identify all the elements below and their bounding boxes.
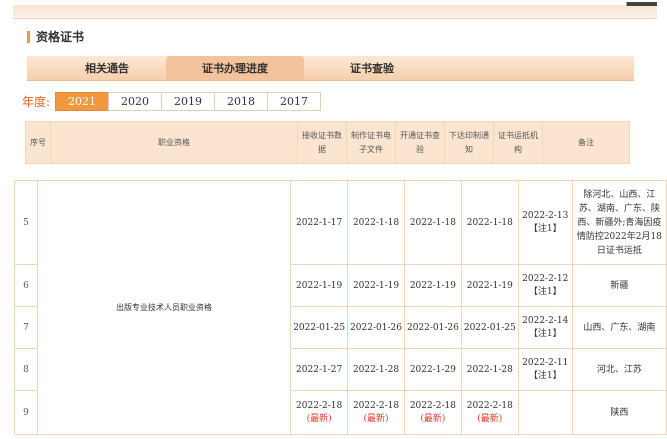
title-accent-bar [27,30,30,43]
shipped-date-value: 2022-2-12 [522,274,569,284]
section-title-text: 资格证书 [36,30,85,44]
remark-cell: 河北、江苏 [571,348,667,391]
table-header: 序号 职业资格 接收证书数据 制作证书电子文件 开通证书查验 下达印制通知 证书… [25,121,630,164]
received-date: 2022-2-18 (最新) [290,390,349,435]
row-seq: 5 [14,180,38,265]
header-received: 接收证书数据 [297,121,347,164]
issued-date: 2022-2-18 (最新) [460,390,519,435]
issued-date: 2022-1-18 [460,180,519,265]
note-link[interactable]: 【注1】 [521,368,570,381]
made-date: 2022-1-19 [347,264,405,307]
tab-bar: 相关通告 证书办理进度 证书查验 [27,56,634,81]
row-seq: 7 [14,306,38,349]
received-date: 2022-1-27 [290,348,349,391]
latest-badge: (最新) [363,414,389,424]
shipped-date: 2022-2-12 【注1】 [517,264,573,307]
latest-badge: (最新) [306,414,332,424]
opened-date: 2022-2-18 (最新) [403,390,462,435]
tab-verify[interactable]: 证书查验 [317,56,427,80]
top-banner [13,2,657,19]
header-qualification: 职业资格 [50,121,298,164]
year-button-2021[interactable]: 2021 [55,92,110,111]
year-button-2020[interactable]: 2020 [108,92,163,111]
remark-cell: 山西、广东、湖南 [571,306,667,349]
received-date: 2022-1-19 [290,264,349,307]
opened-date: 2022-01-26 [403,306,462,349]
table-row: 5 出版专业技术人员职业资格 2022-1-17 2022-1-18 2022-… [14,180,667,435]
year-button-2017[interactable]: 2017 [267,92,322,111]
opened-date: 2022-1-19 [403,264,462,307]
tab-progress[interactable]: 证书办理进度 [166,56,304,80]
tab-announcements[interactable]: 相关通告 [57,56,157,80]
issued-date-value: 2022-2-18 [466,401,513,411]
section-title: 资格证书 [27,28,84,45]
header-issued: 下达印制通知 [444,121,494,164]
remark-cell: 除河北、山西、江苏、湖南、广东、陕西、新疆外;青海因疫情防控2022年2月18日… [571,180,667,265]
scroll-indicator[interactable] [626,2,657,6]
year-button-2019[interactable]: 2019 [161,92,216,111]
shipped-date [517,390,573,435]
shipped-date: 2022-2-14 【注1】 [517,306,573,349]
received-date: 2022-01-25 [290,306,349,349]
made-date: 2022-1-18 [347,180,405,265]
note-link[interactable]: 【注1】 [521,284,570,297]
opened-date: 2022-1-18 [403,180,462,265]
made-date: 2022-2-18 (最新) [347,390,405,435]
received-date: 2022-1-17 [290,180,349,265]
shipped-date-value: 2022-2-13 [522,211,569,221]
issued-date: 2022-1-28 [460,348,519,391]
header-remark: 备注 [542,121,630,164]
shipped-date: 2022-2-13 【注1】 [517,180,573,265]
shipped-date: 2022-2-11 【注1】 [517,348,573,391]
note-link[interactable]: 【注1】 [521,221,570,234]
progress-table: 5 出版专业技术人员职业资格 2022-1-17 2022-1-18 2022-… [14,180,667,435]
header-made: 制作证书电子文件 [346,121,396,164]
opened-date-value: 2022-2-18 [409,401,456,411]
year-filter: 年度: 2021 2020 2019 2018 2017 [22,92,322,111]
made-date-value: 2022-2-18 [352,401,400,411]
shipped-date-value: 2022-2-11 [522,358,569,368]
issued-date: 2022-01-25 [460,306,519,349]
made-date: 2022-1-28 [347,348,405,391]
qualification-cell: 出版专业技术人员职业资格 [36,180,292,435]
opened-date: 2022-1-29 [403,348,462,391]
row-seq: 6 [14,264,38,307]
made-date: 2022-01-26 [347,306,405,349]
row-seq: 9 [14,390,38,435]
received-date-value: 2022-2-18 [296,401,343,411]
header-shipped: 证书运抵机构 [493,121,543,164]
row-seq: 8 [14,348,38,391]
header-seq: 序号 [25,121,51,164]
remark-cell: 新疆 [571,264,667,307]
latest-badge: (最新) [477,414,503,424]
year-button-2018[interactable]: 2018 [214,92,269,111]
note-link[interactable]: 【注1】 [521,326,570,339]
remark-cell: 陕西 [571,390,667,435]
issued-date: 2022-1-19 [460,264,519,307]
shipped-date-value: 2022-2-14 [522,316,569,326]
header-opened: 开通证书查验 [395,121,445,164]
latest-badge: (最新) [420,414,446,424]
year-label: 年度: [22,95,51,109]
